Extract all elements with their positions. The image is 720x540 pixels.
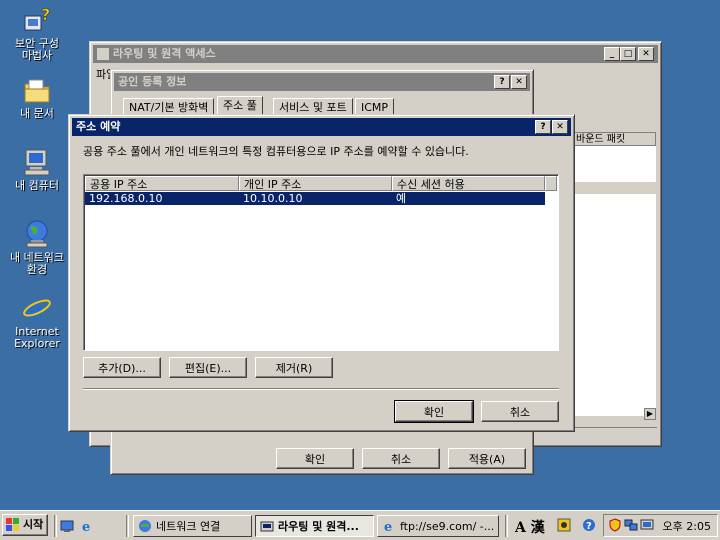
desktop-icon-label: 내 문서 [20, 107, 54, 120]
desktop-quicklaunch-icon[interactable] [60, 519, 74, 533]
close-button[interactable]: ✕ [511, 75, 527, 89]
start-label: 시작 [23, 518, 44, 531]
reservation-dialog: 주소 예약 ? ✕ 공용 주소 풀에서 개인 네트워크의 특정 컴퓨터용으로 I… [68, 114, 575, 432]
reservation-titlebar[interactable]: 주소 예약 ? ✕ [72, 118, 571, 136]
desktop-icon-security-wizard[interactable]: ? 보안 구성 마법사 [0, 4, 74, 62]
desktop-icon-internet-explorer[interactable]: e Internet Explorer [0, 292, 74, 350]
properties-titlebar[interactable]: 공인 등록 정보 ? ✕ [114, 73, 530, 91]
column-private-ip[interactable]: 개인 IP 주소 [239, 176, 392, 191]
svg-text:e: e [384, 520, 392, 533]
close-button[interactable]: ✕ [638, 47, 654, 61]
ie-icon: e [382, 519, 396, 535]
desktop-icon-my-network[interactable]: 내 네트워크 환경 [0, 218, 74, 276]
rras-title: 라우팅 및 원격 액세스 [113, 47, 216, 60]
list-header: 공용 IP 주소 개인 IP 주소 수신 세션 허용 [85, 176, 557, 191]
row-private-ip: 10.10.0.10 [243, 192, 303, 205]
svg-text:?: ? [586, 521, 592, 532]
reservation-title: 주소 예약 [76, 120, 121, 133]
network-status-icon[interactable] [624, 518, 638, 532]
row-allow-incoming: 예 [396, 192, 407, 205]
scroll-right-button[interactable]: ▶ [644, 408, 656, 420]
edit-button[interactable]: 편집(E)... [169, 357, 247, 378]
rras-app-icon [260, 519, 274, 533]
rras-app-icon [97, 48, 109, 60]
svg-text:e: e [26, 293, 44, 324]
desktop-icon-label: 내 컴퓨터 [15, 179, 59, 192]
help-icon[interactable]: ? [582, 518, 596, 532]
tab-strip: NAT/기본 방화벽 주소 풀 서비스 및 포트 ICMP [119, 96, 523, 116]
task-label: ftp://se9.com/ -... [400, 520, 495, 533]
task-ftp[interactable]: e ftp://se9.com/ -... [377, 515, 499, 537]
task-rras[interactable]: 라우팅 및 원격... [255, 515, 374, 537]
desktop-icon-my-computer[interactable]: 내 컴퓨터 [0, 146, 74, 192]
ie-quicklaunch-icon[interactable]: e [80, 519, 94, 535]
separator [83, 388, 559, 390]
cancel-button[interactable]: 취소 [481, 401, 559, 422]
rras-column-header[interactable]: 바운드 패킷 [572, 132, 656, 146]
help-button[interactable]: ? [535, 120, 551, 134]
minimize-button[interactable]: _ [604, 47, 620, 61]
reservation-description: 공용 주소 풀에서 개인 네트워크의 특정 컴퓨터용으로 IP 주소를 예약할 … [83, 145, 469, 158]
ime-tool-icon[interactable] [556, 517, 572, 533]
desktop-icon-my-documents[interactable]: 내 문서 [0, 74, 74, 120]
rras-list-row[interactable] [572, 182, 656, 194]
ime-divider [505, 515, 508, 537]
desktop-icon-label: 보안 구성 마법사 [15, 37, 59, 62]
clock[interactable]: 오후 2:05 [663, 518, 711, 534]
desktop-icon-label: Internet Explorer [14, 325, 60, 350]
security-shield-icon[interactable] [608, 518, 622, 532]
add-button[interactable]: 추가(D)... [83, 357, 161, 378]
system-tray: 오후 2:05 [603, 514, 718, 537]
security-wizard-icon: ? [21, 4, 53, 36]
quicklaunch-divider [54, 515, 57, 537]
task-label: 라우팅 및 원격... [278, 520, 359, 533]
internet-explorer-icon: e [21, 292, 53, 326]
reservation-list[interactable]: 공용 IP 주소 개인 IP 주소 수신 세션 허용 192.168.0.10 … [83, 174, 559, 351]
column-public-ip[interactable]: 공용 IP 주소 [85, 176, 239, 191]
remove-button[interactable]: 제거(R) [255, 357, 333, 378]
display-icon[interactable] [640, 518, 654, 532]
task-network-connections[interactable]: 네트워크 연결 [133, 515, 252, 537]
tasks-divider [126, 515, 129, 537]
folder-icon [21, 74, 53, 106]
row-public-ip: 192.168.0.10 [89, 192, 163, 205]
properties-title: 공인 등록 정보 [118, 75, 187, 88]
desktop-icon-label: 내 네트워크 환경 [9, 251, 65, 276]
maximize-button[interactable]: □ [620, 47, 636, 61]
computer-icon [21, 146, 53, 178]
taskbar: 시작 e 네트워크 연결 라우팅 및 원격... e ftp://se9.com… [0, 510, 720, 540]
ime-indicator[interactable]: A 漢 [515, 517, 545, 537]
properties-ok-button[interactable]: 확인 [276, 448, 354, 469]
task-label: 네트워크 연결 [156, 520, 221, 533]
network-connections-icon [138, 519, 152, 533]
windows-logo-icon [6, 518, 20, 532]
ok-button[interactable]: 확인 [394, 400, 474, 423]
svg-text:e: e [82, 520, 90, 533]
column-allow-incoming[interactable]: 수신 세션 허용 [392, 176, 545, 191]
start-button[interactable]: 시작 [2, 514, 48, 536]
properties-apply-button[interactable]: 적용(A) [448, 448, 526, 469]
close-button[interactable]: ✕ [552, 120, 568, 134]
network-globe-icon [21, 218, 53, 250]
table-row[interactable]: 192.168.0.10 10.10.0.10 예 [85, 192, 545, 205]
svg-text:?: ? [41, 5, 50, 24]
rras-titlebar[interactable]: 라우팅 및 원격 액세스 _ □ ✕ [93, 45, 658, 63]
tab-address-pool[interactable]: 주소 풀 [217, 96, 263, 116]
column-filler [545, 176, 557, 191]
properties-cancel-button[interactable]: 취소 [362, 448, 440, 469]
help-button[interactable]: ? [494, 75, 510, 89]
